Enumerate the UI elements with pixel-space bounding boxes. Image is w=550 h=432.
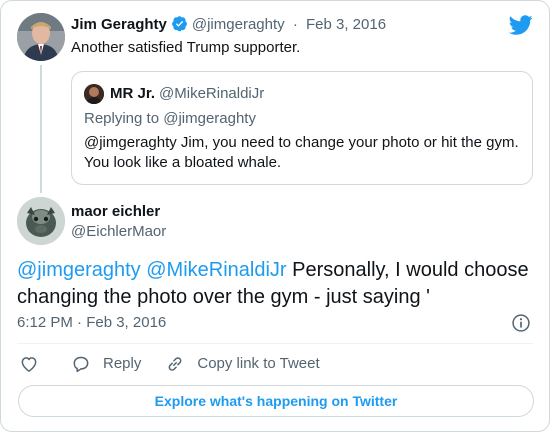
author-name[interactable]: Jim Geraghty: [71, 16, 167, 33]
author-handle[interactable]: @jimgeraghty: [192, 16, 285, 33]
info-icon[interactable]: [511, 313, 531, 333]
quoted-tweet[interactable]: MR Jr. @MikeRinaldiJr Replying to @jimger…: [71, 71, 533, 185]
author-handle[interactable]: @EichlerMaor: [71, 222, 166, 242]
separator-dot: ·: [292, 16, 298, 33]
avatar[interactable]: [17, 13, 65, 61]
quoted-author: MR Jr. @MikeRinaldiJr: [110, 84, 264, 104]
replying-to: Replying to @jimgeraghty: [84, 110, 256, 127]
quoted-tweet-text: @jimgeraghty Jim, you need to change you…: [84, 134, 519, 171]
reply-button[interactable]: Reply: [71, 354, 141, 374]
tweet-timestamp[interactable]: 6:12 PM · Feb 3, 2016: [17, 313, 166, 333]
tweet-text: @jimgeraghty @MikeRinaldiJr Personally, …: [17, 257, 537, 311]
explore-twitter-button[interactable]: Explore what's happening on Twitter: [18, 385, 534, 417]
action-bar: Reply Copy link to Tweet: [19, 353, 320, 375]
copy-link-label: Copy link to Tweet: [197, 355, 320, 372]
mention-link[interactable]: @MikeRinaldiJr: [146, 259, 286, 281]
avatar[interactable]: [17, 197, 65, 245]
parent-tweet-header: Jim Geraghty @jimgeraghty · Feb 3, 2016: [71, 15, 386, 35]
heart-icon: [21, 357, 37, 372]
avatar: [84, 84, 104, 104]
quoted-author-handle: @MikeRinaldiJr: [159, 85, 265, 102]
reply-label: Reply: [103, 355, 142, 372]
link-icon: [168, 357, 182, 371]
like-button[interactable]: [19, 354, 39, 374]
tweet-date[interactable]: Feb 3, 2016: [306, 16, 386, 33]
embedded-tweet-card: Jim Geraghty @jimgeraghty · Feb 3, 2016 …: [0, 0, 550, 432]
verified-badge-icon: [171, 16, 187, 32]
copy-link-button[interactable]: Copy link to Tweet: [165, 354, 320, 374]
divider: [17, 343, 533, 344]
thread-line: [40, 65, 42, 193]
parent-tweet-text: Another satisfied Trump supporter.: [71, 39, 301, 56]
reply-bubble-icon: [73, 356, 89, 373]
mention-link[interactable]: @jimgeraghty: [17, 259, 141, 281]
author-name[interactable]: maor eichler: [71, 202, 160, 222]
twitter-bird-icon[interactable]: [509, 13, 533, 37]
quoted-author-name: MR Jr.: [110, 85, 156, 102]
